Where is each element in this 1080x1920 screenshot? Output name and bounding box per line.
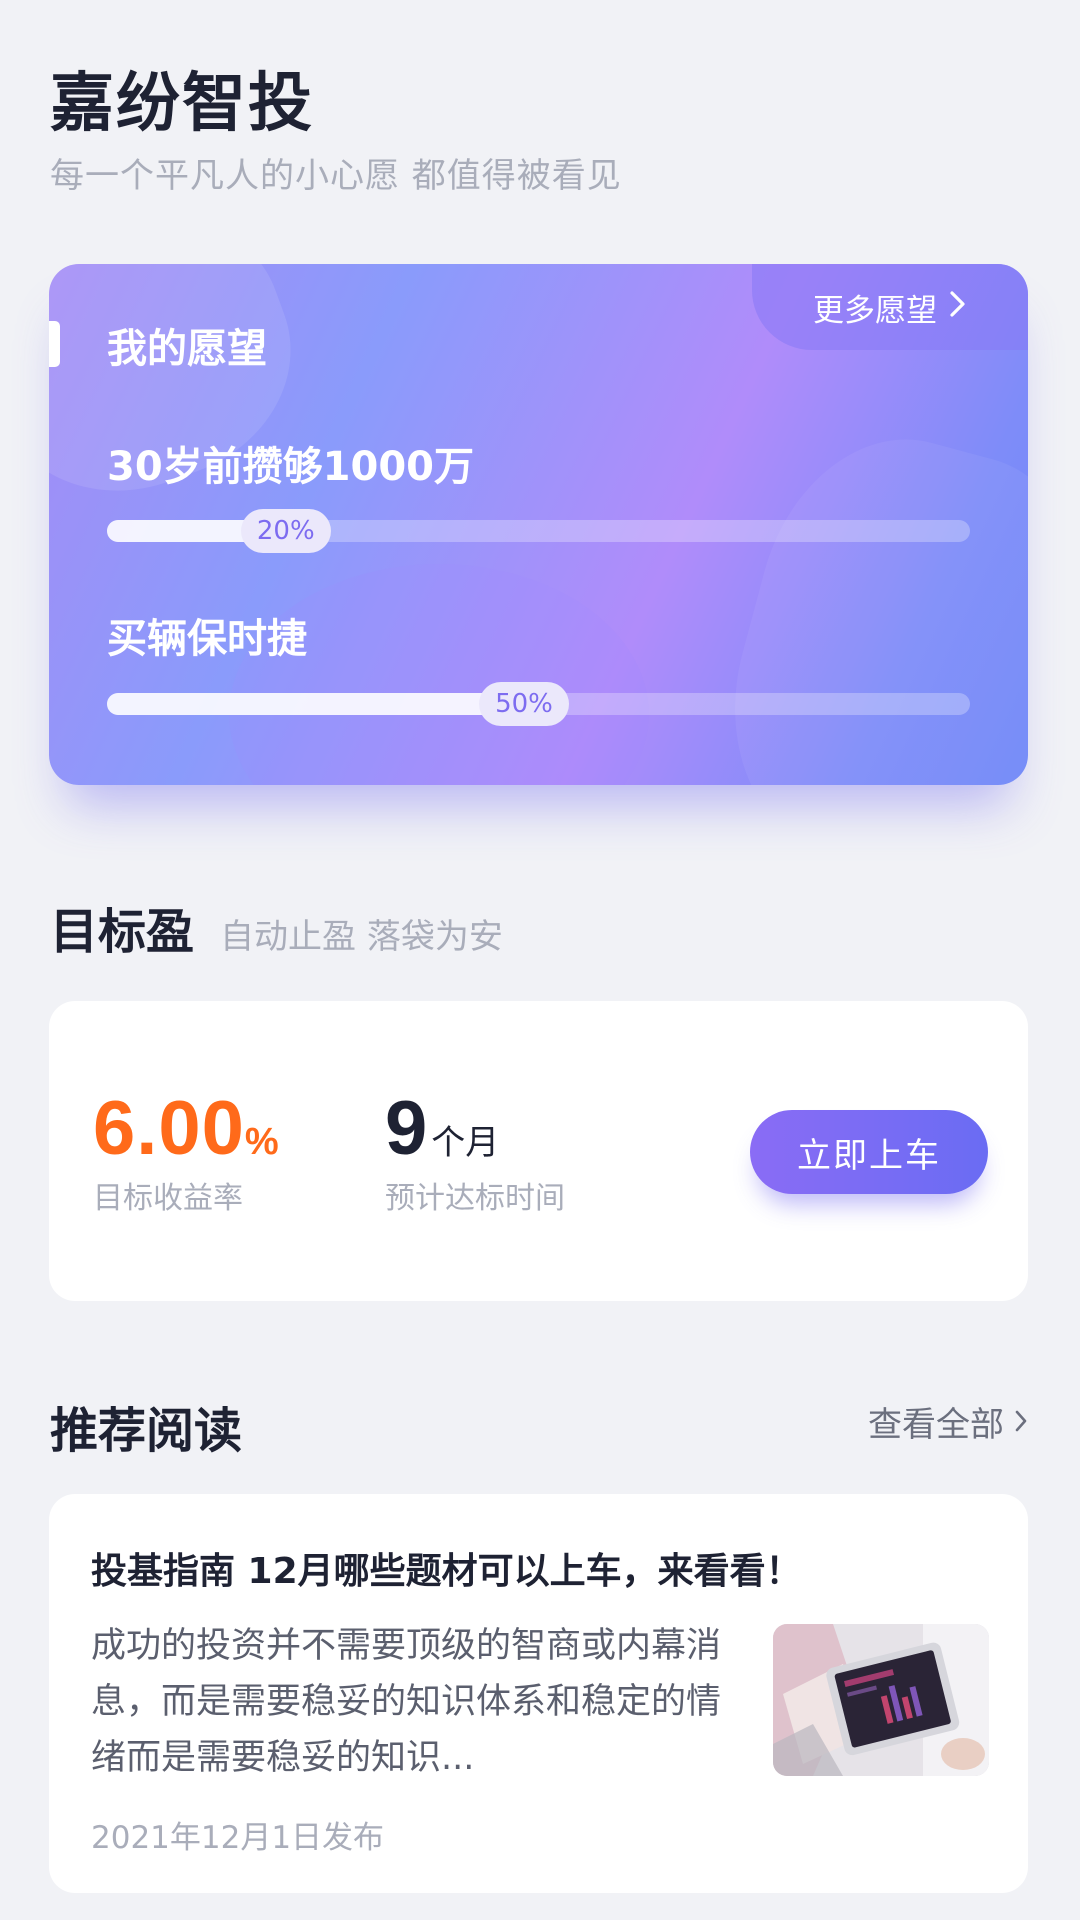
goal-progress-badge: 20% <box>240 509 331 553</box>
goal-progress-bar: 20% <box>107 509 970 553</box>
goal-progress-fill <box>107 693 514 715</box>
chevron-right-icon <box>949 290 967 324</box>
article-title: 投基指南 12月哪些题材可以上车，来看看！ <box>91 1551 802 1592</box>
goal-progress-badge: 50% <box>478 682 569 726</box>
title-accent-bar <box>49 321 60 367</box>
article-thumbnail-image <box>773 1624 989 1776</box>
target-duration-label: 预计达标时间 <box>385 1181 565 1216</box>
board-now-button[interactable]: 立即上车 <box>750 1110 988 1194</box>
goal-progress-bar: 50% <box>107 682 970 726</box>
rate-number: 6.00 <box>93 1086 245 1171</box>
chevron-right-icon <box>1014 1402 1028 1442</box>
goal-label[interactable]: 买辆保时捷 <box>107 606 307 664</box>
article-date: 2021年12月1日发布 <box>91 1820 385 1856</box>
view-all-link[interactable]: 查看全部 <box>868 1397 1028 1446</box>
rate-unit: % <box>244 1121 280 1163</box>
section-title: 推荐阅读 <box>50 1403 243 1459</box>
article-excerpt: 成功的投资并不需要顶级的智商或内幕消息，而是需要稳妥的知识体系和稳定的情绪而是需… <box>91 1626 722 1778</box>
target-rate-label: 目标收益率 <box>93 1181 243 1216</box>
article-card[interactable]: 投基指南 12月哪些题材可以上车，来看看！ 成功的投资并不需要顶级的智商或内幕消… <box>49 1494 1028 1893</box>
months-unit: 个月 <box>431 1123 500 1163</box>
section-title: 目标盈 <box>50 904 195 960</box>
more-wishes-button[interactable]: 更多愿望 <box>752 264 1028 350</box>
wish-card: 更多愿望 我的愿望 30岁前攒够1000万 20% 买辆保时捷 50% <box>49 264 1028 785</box>
section-subtitle: 自动止盈 落袋为安 <box>220 917 503 957</box>
more-wishes-label: 更多愿望 <box>813 292 937 329</box>
app-slogan: 每一个平凡人的小心愿 都值得被看见 <box>50 156 622 196</box>
decor-blob <box>229 564 649 785</box>
months-number: 9 <box>385 1086 428 1171</box>
decor-blob <box>699 409 1028 785</box>
view-all-label: 查看全部 <box>868 1405 1004 1445</box>
goal-label[interactable]: 30岁前攒够1000万 <box>107 434 474 492</box>
target-duration-value: 9 个月 <box>385 1085 499 1172</box>
app-title: 嘉纷智投 <box>50 67 314 141</box>
wish-card-title: 我的愿望 <box>107 326 267 372</box>
target-section-header: 目标盈 自动止盈 落袋为安 <box>50 892 503 962</box>
target-product-card[interactable]: 6.00% 目标收益率 9 个月 预计达标时间 立即上车 <box>49 1001 1028 1301</box>
target-rate-value: 6.00% <box>93 1085 280 1172</box>
reading-section-header: 推荐阅读 <box>50 1391 242 1461</box>
